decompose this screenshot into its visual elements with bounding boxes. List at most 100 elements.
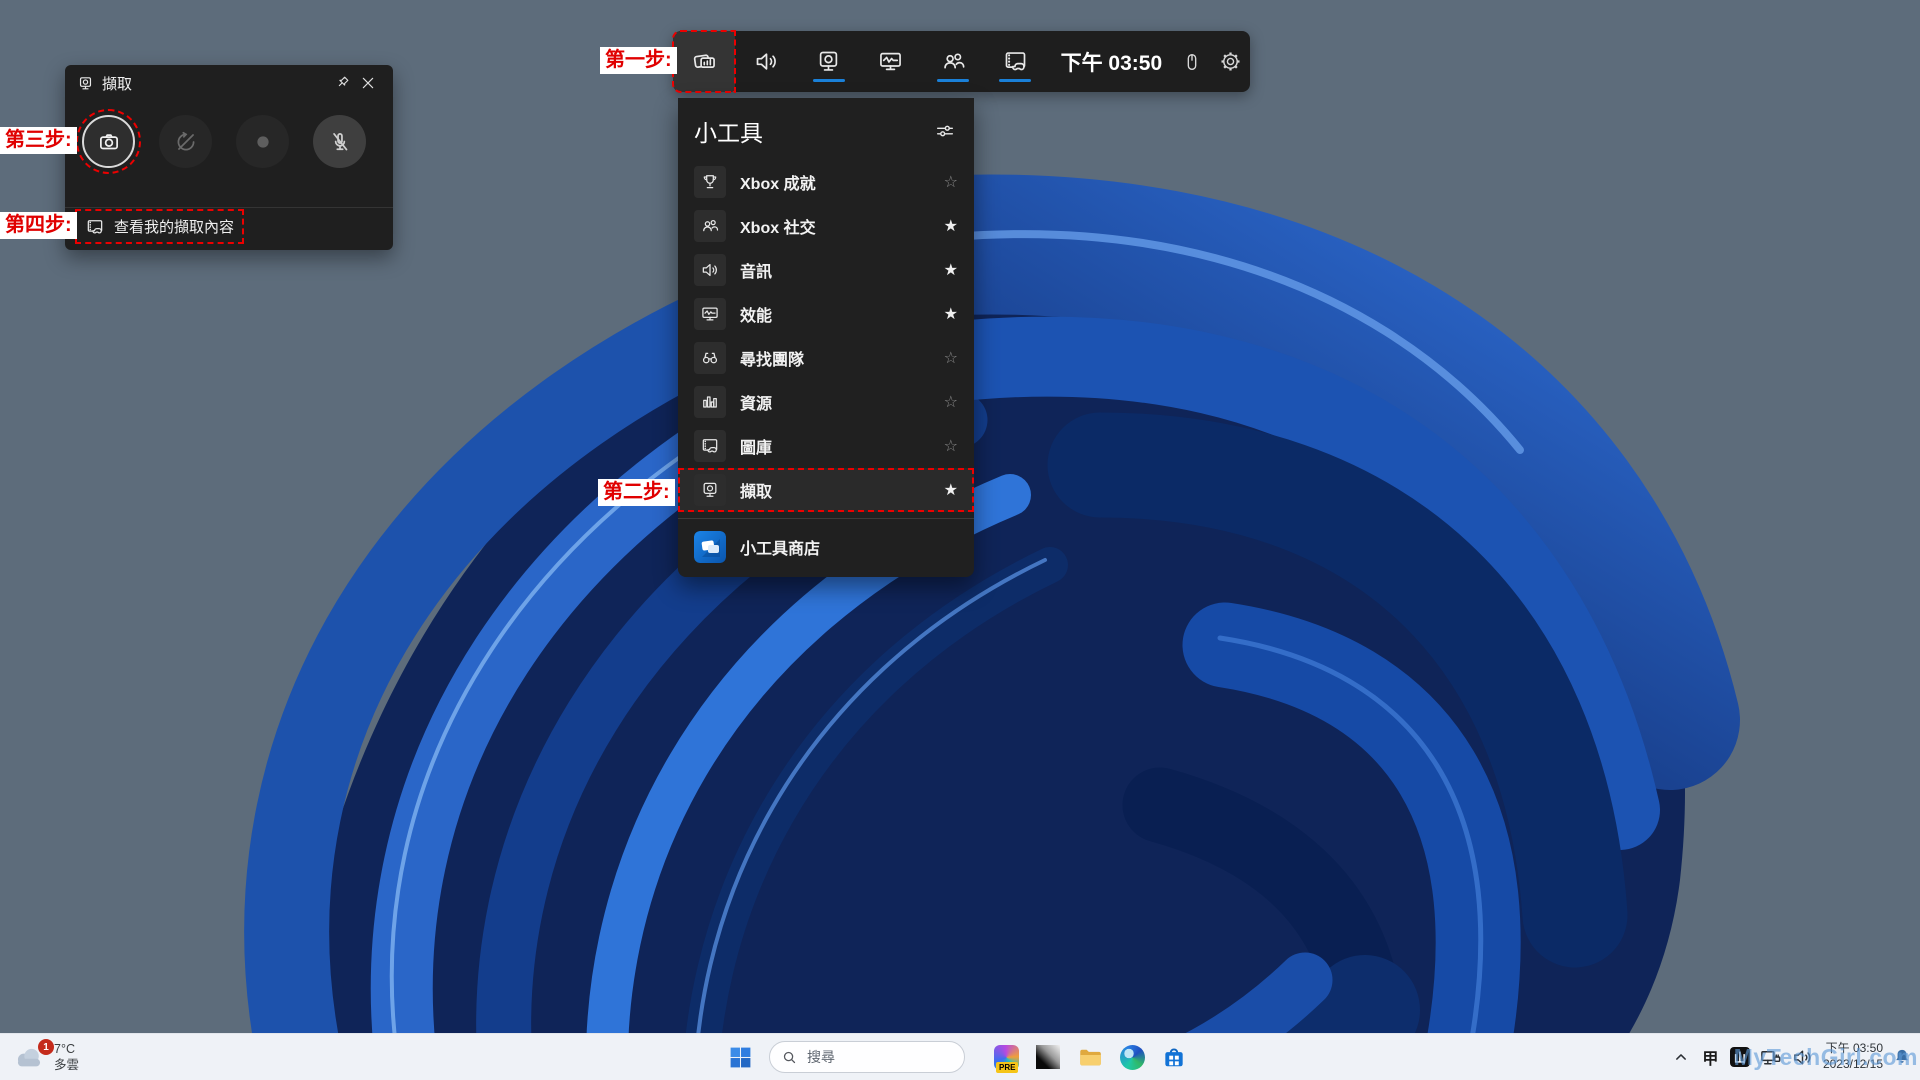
capture-icon <box>77 75 94 92</box>
capture-icon <box>815 48 842 75</box>
favorite-star-icon[interactable]: ★ <box>944 216 958 236</box>
taskbar: 1 7°C 多雲 <box>0 1033 1920 1080</box>
capture-titlebar: 擷取 <box>65 65 393 101</box>
store-icon <box>1161 1044 1187 1070</box>
close-icon <box>360 75 376 91</box>
speaker-icon <box>700 260 720 280</box>
mic-muted-icon <box>327 129 353 155</box>
chevron-up-icon <box>1671 1047 1691 1067</box>
annotation-step-1: 第一步: <box>600 47 677 74</box>
gamebar-audio-button[interactable] <box>735 31 797 92</box>
gamebar-capture-button[interactable] <box>798 31 860 92</box>
binoculars-icon <box>700 348 720 368</box>
people-icon <box>940 48 967 75</box>
menu-item-looking-for-group[interactable]: 尋找團隊 ☆ <box>678 336 974 380</box>
pin-icon <box>333 74 351 92</box>
view-captures-label: 查看我的擷取內容 <box>114 216 234 237</box>
favorite-star-icon[interactable]: ☆ <box>944 392 958 412</box>
gamebar-toolbar: 下午 03:50 <box>673 31 1250 92</box>
edge-button[interactable] <box>1119 1044 1145 1070</box>
store-button[interactable] <box>1161 1044 1187 1070</box>
widget-store-icon <box>694 531 726 563</box>
tray-time: 下午 03:50 <box>1823 1041 1883 1057</box>
capture-divider <box>65 207 393 208</box>
camera-icon <box>96 129 122 155</box>
volume-button[interactable] <box>1791 1046 1814 1069</box>
menu-item-xbox-social[interactable]: Xbox 社交 ★ <box>678 204 974 248</box>
network-icon <box>1759 1046 1782 1069</box>
close-button[interactable] <box>355 70 381 96</box>
notification-button[interactable] <box>1892 1047 1912 1067</box>
desktop: 下午 03:50 第一步: 第二步: 第三步: 第四步: 小工具 <box>0 0 1920 1080</box>
search-input[interactable] <box>805 1048 939 1066</box>
capture-buttons-row <box>65 101 393 168</box>
bell-icon <box>1892 1047 1912 1067</box>
capture-widget-window: 擷取 <box>65 65 393 250</box>
folder-icon <box>1077 1044 1103 1070</box>
speaker-icon <box>753 48 780 75</box>
ime-language-icon[interactable]: 山 <box>1730 1047 1750 1067</box>
menu-item-resources[interactable]: 資源 ☆ <box>678 380 974 424</box>
gallery-icon <box>700 436 720 456</box>
taskbar-center: PRE <box>727 1034 1187 1080</box>
network-button[interactable] <box>1759 1046 1782 1069</box>
filter-sliders-icon[interactable] <box>934 120 956 142</box>
annotation-step-4: 第四步: <box>0 212 77 239</box>
pin-button[interactable] <box>329 70 355 96</box>
mouse-passthrough-button[interactable] <box>1172 31 1211 92</box>
menu-item-gallery[interactable]: 圖庫 ☆ <box>678 424 974 468</box>
favorite-star-icon[interactable]: ☆ <box>944 436 958 456</box>
widgets-menu: 小工具 Xbox 成就 ☆ Xbox 社交 ★ <box>678 98 974 577</box>
gamebar-performance-button[interactable] <box>860 31 922 92</box>
dark-app-button[interactable] <box>1035 1044 1061 1070</box>
view-captures-button[interactable]: 查看我的擷取內容 <box>77 211 242 242</box>
system-tray: 甲 山 下午 03:50 2023/12/15 <box>1671 1034 1912 1080</box>
start-button[interactable] <box>727 1044 753 1070</box>
capture-icon <box>700 480 720 500</box>
performance-icon <box>700 304 720 324</box>
windows-logo-icon <box>728 1045 753 1070</box>
widgets-menu-title: 小工具 <box>694 114 934 148</box>
favorite-star-icon[interactable]: ★ <box>944 260 958 280</box>
gamebar-widgets-button[interactable] <box>673 31 735 92</box>
record-dot-icon <box>250 129 276 155</box>
annotation-step-2: 第二步: <box>598 479 675 506</box>
menu-item-xbox-achievements[interactable]: Xbox 成就 ☆ <box>678 160 974 204</box>
mouse-icon <box>1181 51 1203 73</box>
start-recording-button[interactable] <box>236 115 289 168</box>
favorite-star-icon[interactable]: ☆ <box>944 172 958 192</box>
gamebar-settings-button[interactable] <box>1211 31 1250 92</box>
gallery-icon <box>1002 48 1029 75</box>
search-icon <box>782 1050 797 1065</box>
trophy-icon <box>700 172 720 192</box>
gallery-icon <box>85 217 105 237</box>
weather-temperature: 7°C <box>54 1041 79 1057</box>
take-screenshot-button[interactable] <box>82 115 135 168</box>
menu-item-audio[interactable]: 音訊 ★ <box>678 248 974 292</box>
menu-item-performance[interactable]: 效能 ★ <box>678 292 974 336</box>
favorite-star-icon[interactable]: ☆ <box>944 348 958 368</box>
tray-clock[interactable]: 下午 03:50 2023/12/15 <box>1823 1041 1883 1072</box>
capture-title: 擷取 <box>102 73 329 94</box>
widgets-menu-header: 小工具 <box>678 98 974 160</box>
file-explorer-button[interactable] <box>1077 1044 1103 1070</box>
favorite-star-icon[interactable]: ★ <box>944 480 958 500</box>
tray-chevron-button[interactable] <box>1671 1047 1691 1067</box>
weather-badge: 1 <box>38 1039 54 1055</box>
weather-condition: 多雲 <box>54 1057 79 1073</box>
weather-widget[interactable]: 1 7°C 多雲 <box>12 1034 79 1080</box>
gamebar-social-button[interactable] <box>922 31 984 92</box>
copilot-button[interactable]: PRE <box>993 1044 1019 1070</box>
taskbar-search[interactable] <box>769 1041 965 1073</box>
copilot-pre-badge: PRE <box>996 1062 1018 1073</box>
dark-app-icon <box>1036 1045 1060 1069</box>
gamebar-gallery-button[interactable] <box>984 31 1046 92</box>
menu-item-capture[interactable]: 擷取 ★ <box>678 468 974 512</box>
mic-toggle-button[interactable] <box>313 115 366 168</box>
favorite-star-icon[interactable]: ★ <box>944 304 958 324</box>
widgets-icon <box>691 48 718 75</box>
ime-mode-icon[interactable]: 甲 <box>1700 1047 1721 1068</box>
tray-date: 2023/12/15 <box>1823 1057 1883 1073</box>
menu-item-widget-store[interactable]: 小工具商店 <box>678 523 974 571</box>
record-last-30s-button[interactable] <box>159 115 212 168</box>
